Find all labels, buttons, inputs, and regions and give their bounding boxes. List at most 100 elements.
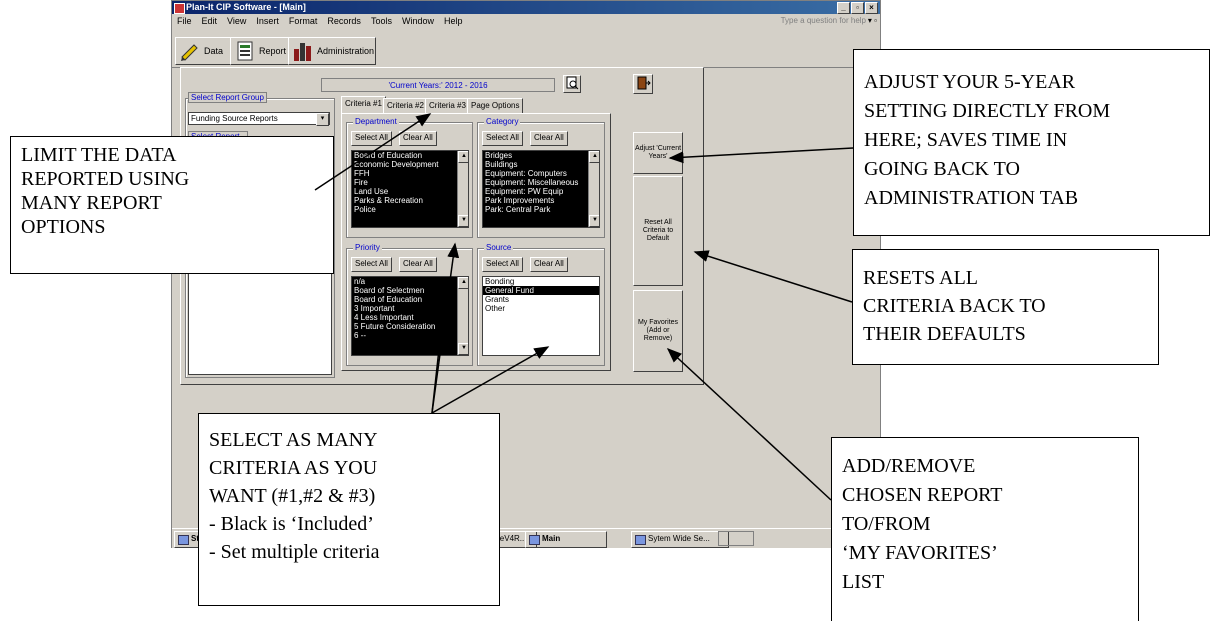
- tab-criteria-3[interactable]: Criteria #3: [425, 98, 470, 113]
- print-preview-icon: [565, 76, 579, 92]
- priority-clear-all-button[interactable]: Clear All: [399, 257, 437, 272]
- menu-file[interactable]: File: [172, 14, 197, 28]
- department-clear-all-button[interactable]: Clear All: [399, 131, 437, 146]
- help-dropdown-icon[interactable]: ▾ ▫: [868, 14, 877, 28]
- list-item[interactable]: Land Use: [352, 187, 468, 196]
- list-item[interactable]: n/a: [352, 277, 468, 286]
- category-clear-all-button[interactable]: Clear All: [530, 131, 568, 146]
- list-item[interactable]: Equipment: Miscellaneous: [483, 178, 599, 187]
- callout-line: RESETS ALL: [863, 267, 979, 289]
- menu-format[interactable]: Format: [284, 14, 323, 28]
- close-button[interactable]: ×: [865, 2, 878, 14]
- department-group: Department Select All Clear All Board of…: [346, 117, 473, 238]
- system-tray: [718, 531, 754, 546]
- list-item[interactable]: 3 Important: [352, 304, 468, 313]
- list-item[interactable]: Park: Central Park: [483, 205, 599, 214]
- source-clear-all-button[interactable]: Clear All: [530, 257, 568, 272]
- app-icon: [174, 3, 185, 14]
- list-item-selected[interactable]: General Fund: [483, 286, 599, 295]
- list-item[interactable]: Equipment: Computers: [483, 169, 599, 178]
- menu-edit[interactable]: Edit: [197, 14, 223, 28]
- tab-page-options[interactable]: Page Options: [467, 98, 524, 113]
- menu-help[interactable]: Help: [439, 14, 468, 28]
- callout-line: ‘MY FAVORITES’: [842, 542, 998, 564]
- list-item[interactable]: Board of Selectmen: [352, 286, 468, 295]
- data-tab-button[interactable]: Data: [175, 37, 233, 65]
- scroll-down-icon[interactable]: ▼: [458, 215, 468, 227]
- list-item[interactable]: 5 Future Consideration: [352, 322, 468, 331]
- callout-favorites: ADD/REMOVE CHOSEN REPORT TO/FROM ‘MY FAV…: [831, 437, 1139, 621]
- list-item[interactable]: Board of Education: [352, 295, 468, 304]
- priority-select-all-button[interactable]: Select All: [351, 257, 392, 272]
- callout-line: SETTING DIRECTLY FROM: [864, 100, 1111, 122]
- callout-line: CRITERIA AS YOU: [209, 457, 378, 479]
- callout-line: TO/FROM: [842, 513, 931, 535]
- source-select-all-button[interactable]: Select All: [482, 257, 523, 272]
- taskbar-item[interactable]: Sytem Wide Se...: [631, 531, 729, 548]
- exit-button[interactable]: [633, 74, 653, 94]
- category-label: Category: [484, 117, 521, 126]
- print-preview-button[interactable]: [563, 75, 581, 93]
- help-question-box[interactable]: Type a question for help: [781, 14, 866, 28]
- list-item[interactable]: Board of Education: [352, 151, 468, 160]
- priority-scrollbar[interactable]: ▲ ▼: [457, 277, 468, 355]
- menu-insert[interactable]: Insert: [251, 14, 284, 28]
- current-years-display: 'Current Years:' 2012 - 2016: [321, 78, 555, 92]
- callout-resets: RESETS ALL CRITERIA BACK TO THEIR DEFAUL…: [852, 249, 1159, 365]
- criteria-panel: Department Select All Clear All Board of…: [341, 113, 611, 371]
- callout-line: WANT (#1,#2 & #3): [209, 485, 376, 507]
- menu-view[interactable]: View: [222, 14, 251, 28]
- list-item[interactable]: 4 Less Important: [352, 313, 468, 322]
- report-group-value: Funding Source Reports: [191, 114, 278, 123]
- menu-records[interactable]: Records: [322, 14, 366, 28]
- category-list[interactable]: Bridges Buildings Equipment: Computers E…: [482, 150, 600, 228]
- source-label: Source: [484, 243, 514, 252]
- scroll-down-icon[interactable]: ▼: [589, 215, 599, 227]
- my-favorites-label: My Favorites (Add or Remove): [637, 319, 679, 342]
- list-item[interactable]: 6 --: [352, 331, 468, 340]
- administration-tab-button[interactable]: Administration: [288, 37, 376, 65]
- list-item[interactable]: Bridges: [483, 151, 599, 160]
- priority-list[interactable]: n/a Board of Selectmen Board of Educatio…: [351, 276, 469, 356]
- source-list[interactable]: Bonding General Fund Grants Other: [482, 276, 600, 356]
- administration-tab-label: Administration: [317, 46, 375, 56]
- department-select-all-button[interactable]: Select All: [351, 131, 392, 146]
- callout-line: ADJUST YOUR 5-YEAR: [864, 71, 1076, 93]
- category-select-all-button[interactable]: Select All: [482, 131, 523, 146]
- tab-criteria-1[interactable]: Criteria #1: [341, 96, 386, 113]
- list-item[interactable]: Other: [483, 304, 599, 313]
- department-scrollbar[interactable]: ▲ ▼: [457, 151, 468, 227]
- adjust-current-years-button[interactable]: Adjust 'Current Years': [633, 132, 683, 174]
- taskbar-item-active[interactable]: Main: [525, 531, 607, 548]
- report-tab-button[interactable]: Report: [230, 37, 294, 65]
- scroll-up-icon[interactable]: ▲: [458, 277, 468, 289]
- adjust-current-years-label: Adjust 'Current Years': [634, 145, 682, 160]
- chevron-down-icon[interactable]: ▾: [316, 113, 329, 126]
- tab-criteria-2[interactable]: Criteria #2: [383, 98, 428, 113]
- category-scrollbar[interactable]: ▲ ▼: [588, 151, 599, 227]
- minimize-button[interactable]: _: [837, 2, 850, 14]
- report-group-select[interactable]: Funding Source Reports ▾: [188, 112, 330, 126]
- maximize-button[interactable]: ▫: [851, 2, 864, 14]
- callout-limit-data: LIMIT THE DATA REPORTED USING MANY REPOR…: [10, 136, 334, 274]
- list-item[interactable]: Buildings: [483, 160, 599, 169]
- list-item[interactable]: Grants: [483, 295, 599, 304]
- callout-line: HERE; SAVES TIME IN: [864, 129, 1068, 151]
- list-item[interactable]: Park Improvements: [483, 196, 599, 205]
- department-list[interactable]: Board of Education Economic Development …: [351, 150, 469, 228]
- scroll-up-icon[interactable]: ▲: [458, 151, 468, 163]
- list-item[interactable]: Parks & Recreation: [352, 196, 468, 205]
- my-favorites-button[interactable]: My Favorites (Add or Remove): [633, 290, 683, 372]
- list-item[interactable]: Bonding: [483, 277, 599, 286]
- list-item[interactable]: FFH: [352, 169, 468, 178]
- scroll-down-icon[interactable]: ▼: [458, 343, 468, 355]
- scroll-up-icon[interactable]: ▲: [589, 151, 599, 163]
- list-item[interactable]: Fire: [352, 178, 468, 187]
- list-item[interactable]: Equipment: PW Equip: [483, 187, 599, 196]
- reset-all-criteria-button[interactable]: Reset All Criteria to Default: [633, 176, 683, 286]
- list-item[interactable]: Economic Development: [352, 160, 468, 169]
- menu-tools[interactable]: Tools: [366, 14, 397, 28]
- callout-line: CHOSEN REPORT: [842, 484, 1003, 506]
- list-item[interactable]: Police: [352, 205, 468, 214]
- menu-window[interactable]: Window: [397, 14, 439, 28]
